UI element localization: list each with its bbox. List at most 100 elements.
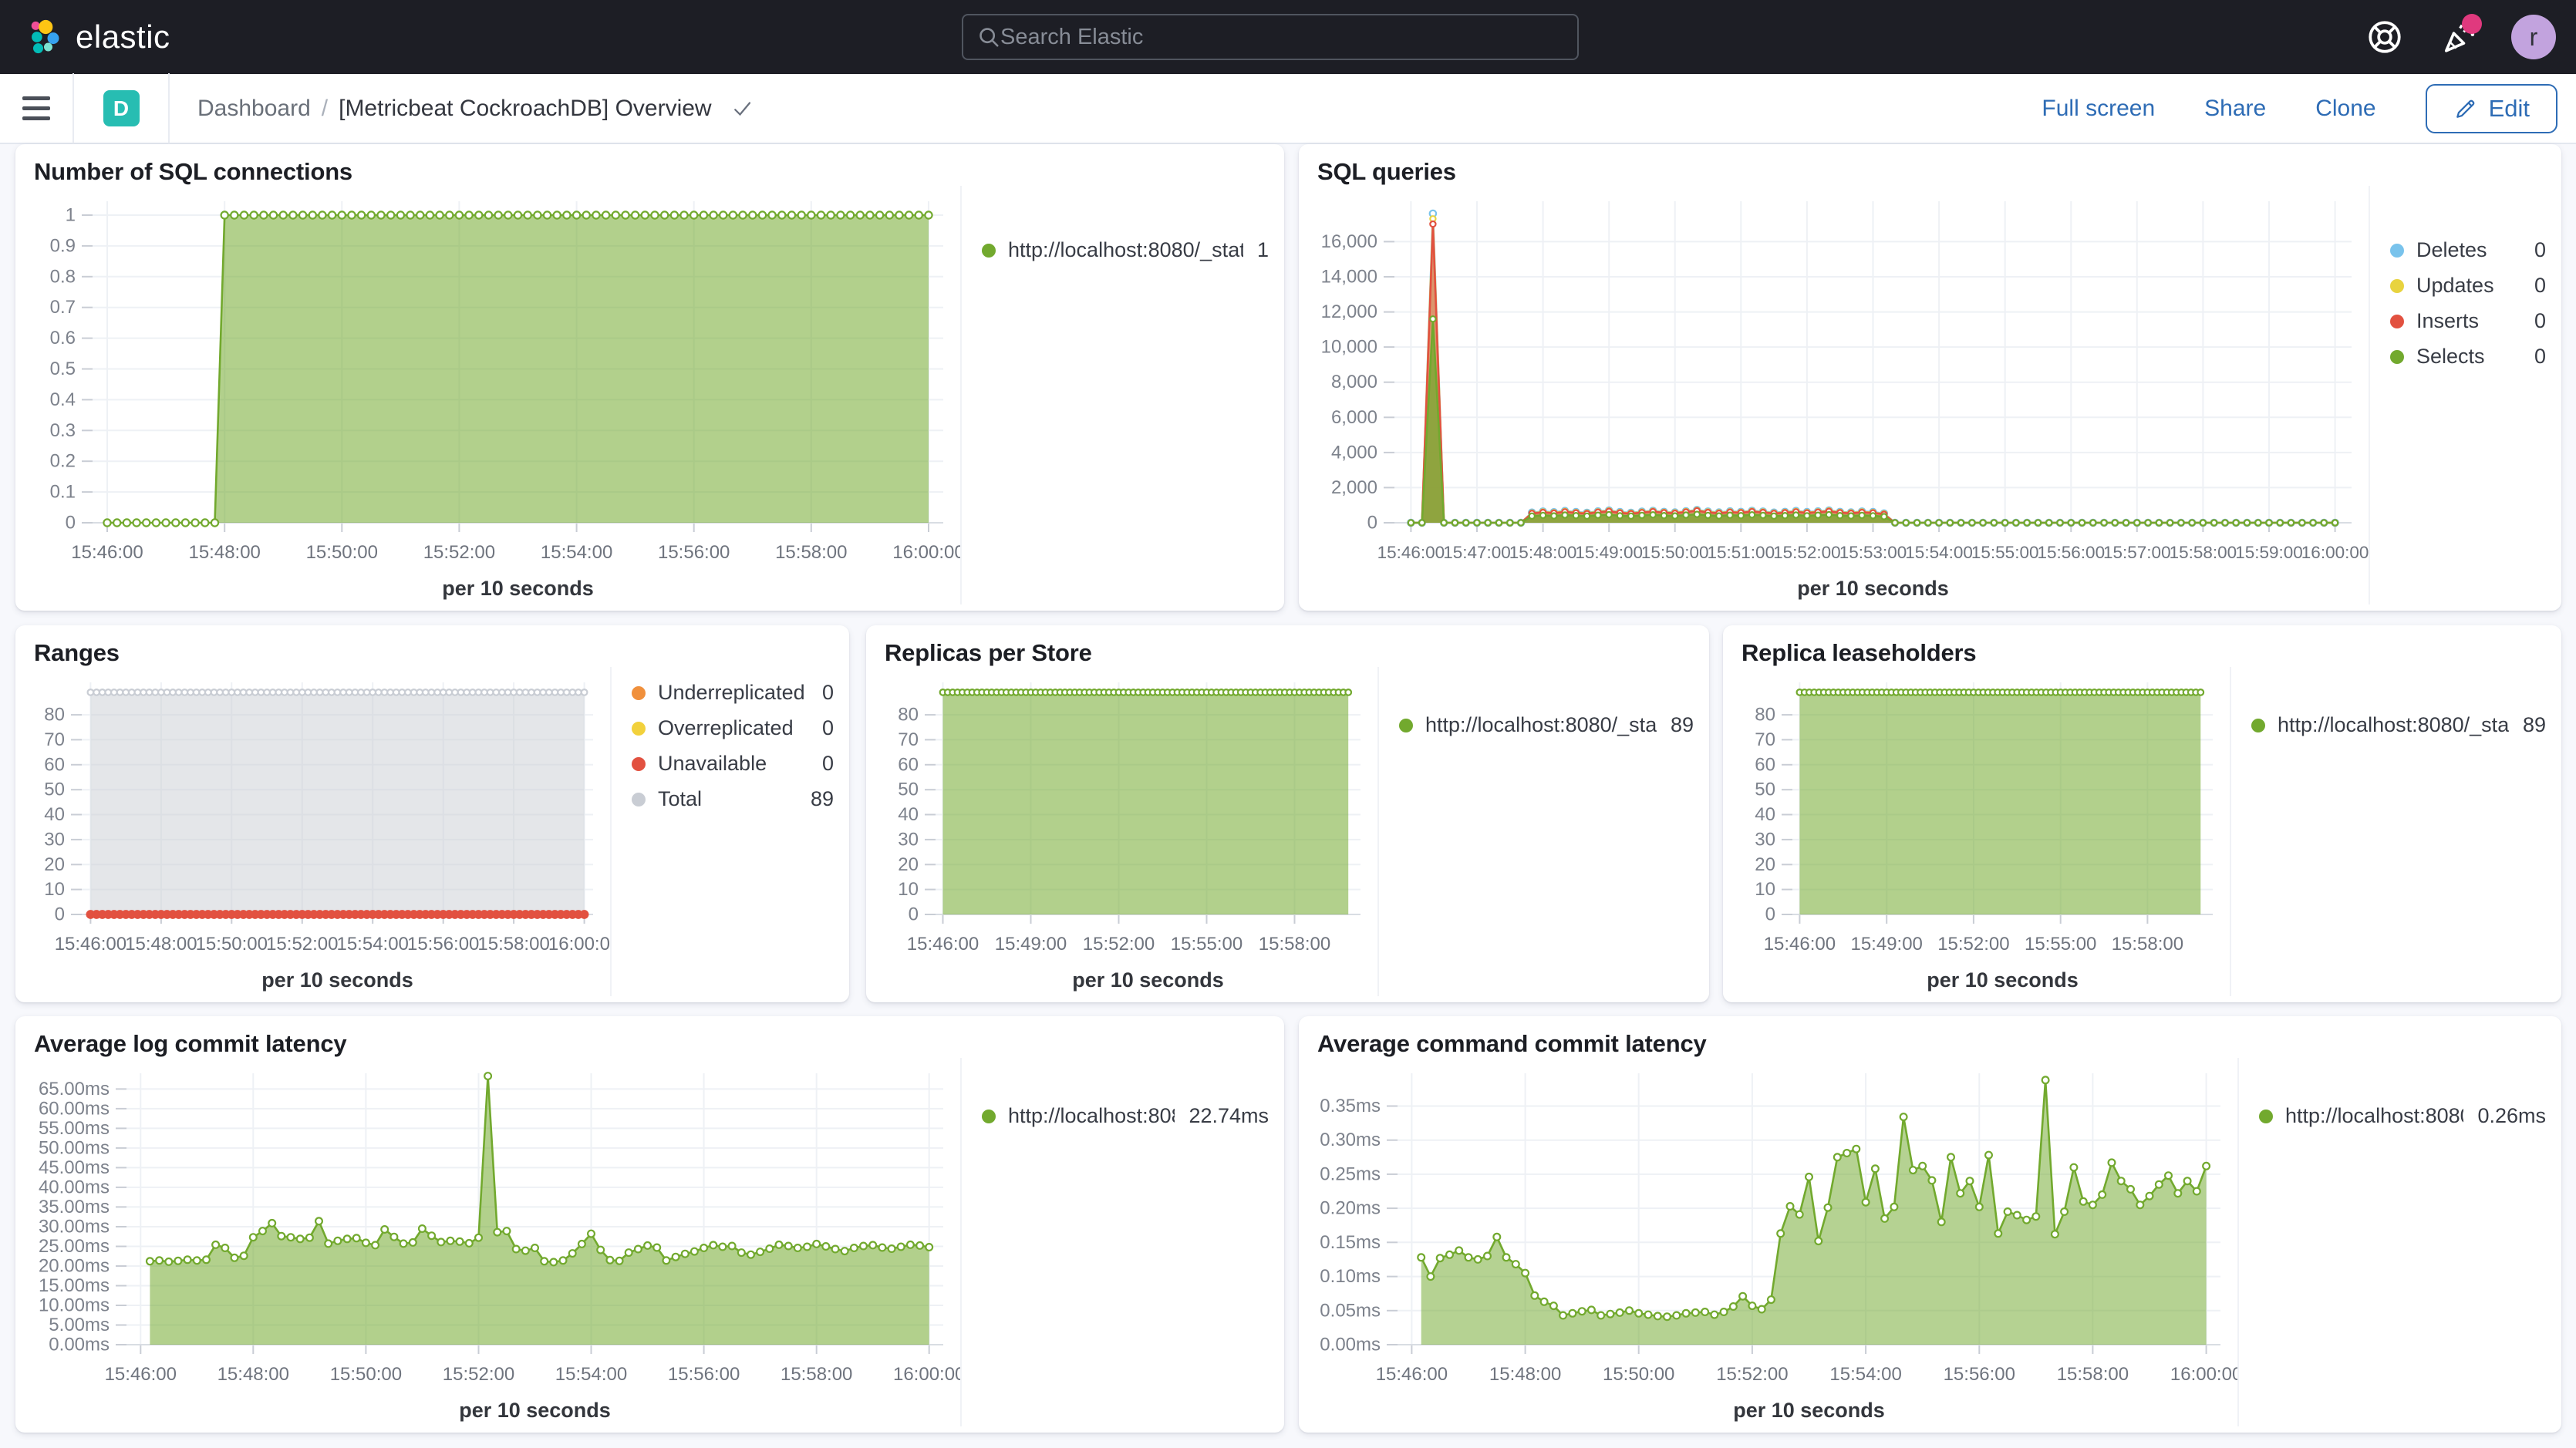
svg-text:15:58:00: 15:58:00 <box>1259 934 1330 955</box>
command-commit-latency-chart[interactable]: 0.35ms0.30ms0.25ms0.20ms0.15ms0.10ms0.05… <box>1314 1058 2237 1426</box>
panel-title: Average command commit latency <box>1299 1016 2561 1058</box>
svg-text:15:52:00: 15:52:00 <box>1773 543 1841 562</box>
legend-item[interactable]: Deletes0 <box>2370 238 2546 262</box>
svg-text:40: 40 <box>44 804 65 825</box>
legend-label: Updates <box>2416 274 2520 298</box>
legend-label: http://localhost:8080/_sta... <box>2278 713 2509 737</box>
legend-color-dot <box>2390 244 2404 258</box>
legend-value: 1 <box>1257 238 1269 262</box>
global-search[interactable] <box>962 14 1579 60</box>
legend-label: Deletes <box>2416 238 2520 262</box>
search-icon <box>977 25 1000 49</box>
replica-leaseholders-chart[interactable]: 8070605040302010015:46:0015:49:0015:52:0… <box>1738 667 2230 996</box>
replicas-per-store-chart[interactable]: 8070605040302010015:46:0015:49:0015:52:0… <box>882 667 1377 996</box>
legend-item[interactable]: Selects0 <box>2370 345 2546 369</box>
whats-new-button[interactable] <box>2437 15 2480 59</box>
svg-text:16:00:00: 16:00:00 <box>893 1364 960 1385</box>
legend-item[interactable]: http://localhost:808...22.74ms <box>962 1104 1269 1128</box>
sql-connections-chart[interactable]: 10.90.80.70.60.50.40.30.20.1015:46:0015:… <box>31 186 960 604</box>
svg-text:16:00:00: 16:00:00 <box>892 542 960 563</box>
svg-text:per 10 seconds: per 10 seconds <box>261 968 413 992</box>
svg-text:0: 0 <box>66 513 76 534</box>
legend-value: 89 <box>811 787 834 811</box>
panel-title: Replicas per Store <box>866 625 1709 667</box>
legend-label: Inserts <box>2416 309 2520 333</box>
panel-title: Replica leaseholders <box>1723 625 2561 667</box>
svg-text:70: 70 <box>898 729 919 750</box>
user-avatar[interactable]: r <box>2511 15 2556 59</box>
edit-button[interactable]: Edit <box>2426 84 2557 133</box>
log-commit-latency-chart[interactable]: 65.00ms60.00ms55.00ms50.00ms45.00ms40.00… <box>31 1058 960 1426</box>
chart-legend: http://localhost:8080/_stat...1 <box>960 186 1269 604</box>
svg-text:15:48:00: 15:48:00 <box>188 542 260 563</box>
edit-button-label: Edit <box>2489 95 2530 123</box>
title-check-icon[interactable] <box>730 97 754 120</box>
svg-text:15:49:00: 15:49:00 <box>1575 543 1643 562</box>
svg-text:15:58:00: 15:58:00 <box>781 1364 852 1385</box>
svg-text:10: 10 <box>44 879 65 900</box>
svg-text:per 10 seconds: per 10 seconds <box>442 577 594 600</box>
menu-button[interactable] <box>0 73 74 143</box>
svg-text:30: 30 <box>898 829 919 850</box>
svg-text:10: 10 <box>898 879 919 900</box>
chart-legend: Deletes0Updates0Inserts0Selects0 <box>2369 186 2546 604</box>
legend-color-dot <box>2390 350 2404 364</box>
legend-item[interactable]: Underreplicated0 <box>612 681 834 705</box>
legend-value: 0 <box>822 716 834 740</box>
svg-text:15:55:00: 15:55:00 <box>1971 543 2039 562</box>
page-title: [Metricbeat CockroachDB] Overview <box>339 96 712 122</box>
notification-dot <box>2462 14 2482 34</box>
chart-legend: http://localhost:808...22.74ms <box>960 1058 1269 1426</box>
legend-item[interactable]: http://localhost:8080/_sta...89 <box>2231 713 2546 737</box>
svg-text:2,000: 2,000 <box>1331 477 1377 498</box>
legend-item[interactable]: Overreplicated0 <box>612 716 834 740</box>
ranges-chart[interactable]: 8070605040302010015:46:0015:48:0015:50:0… <box>31 667 610 996</box>
svg-text:60: 60 <box>898 754 919 775</box>
svg-text:15:56:00: 15:56:00 <box>407 934 479 955</box>
legend-value: 0 <box>2534 345 2546 369</box>
svg-text:0.8: 0.8 <box>50 266 76 287</box>
panel-sql-connections: Number of SQL connections 10.90.80.70.60… <box>15 144 1284 611</box>
svg-text:15:58:00: 15:58:00 <box>2057 1364 2129 1385</box>
svg-text:15:54:00: 15:54:00 <box>1905 543 1973 562</box>
svg-text:15:46:00: 15:46:00 <box>1377 543 1445 562</box>
breadcrumb-dashboard-link[interactable]: Dashboard <box>197 96 311 122</box>
legend-item[interactable]: Total89 <box>612 787 834 811</box>
dashboard-badge[interactable]: D <box>103 90 140 126</box>
legend-item[interactable]: Inserts0 <box>2370 309 2546 333</box>
svg-text:per 10 seconds: per 10 seconds <box>1733 1399 1885 1422</box>
legend-label: Unavailable <box>658 752 808 776</box>
legend-color-dot <box>2390 315 2404 328</box>
clone-link[interactable]: Clone <box>2315 96 2375 122</box>
legend-item[interactable]: http://localhost:8080/_sta...89 <box>1379 713 1694 737</box>
legend-item[interactable]: http://localhost:8080/_stat...1 <box>962 238 1269 262</box>
sql-queries-chart[interactable]: 16,00014,00012,00010,0008,0006,0004,0002… <box>1314 186 2369 604</box>
legend-color-dot <box>2259 1110 2273 1123</box>
help-button[interactable] <box>2363 15 2406 59</box>
elastic-logo[interactable]: elastic <box>0 17 324 57</box>
svg-text:per 10 seconds: per 10 seconds <box>1927 968 2079 992</box>
svg-text:15:50:00: 15:50:00 <box>306 542 378 563</box>
fullscreen-link[interactable]: Full screen <box>2042 96 2155 122</box>
panel-sql-queries: SQL queries 16,00014,00012,00010,0008,00… <box>1299 144 2561 611</box>
svg-text:60: 60 <box>1755 754 1775 775</box>
legend-item[interactable]: http://localhost:8080...0.26ms <box>2239 1104 2546 1128</box>
svg-text:0.1: 0.1 <box>50 482 76 503</box>
legend-item[interactable]: Updates0 <box>2370 274 2546 298</box>
panel-title: Ranges <box>15 625 849 667</box>
svg-text:15:58:00: 15:58:00 <box>477 934 549 955</box>
svg-text:0.9: 0.9 <box>50 235 76 256</box>
legend-item[interactable]: Unavailable0 <box>612 752 834 776</box>
search-input[interactable] <box>1000 25 1563 50</box>
svg-text:0.2: 0.2 <box>50 451 76 472</box>
svg-text:15:56:00: 15:56:00 <box>1944 1364 2015 1385</box>
share-link[interactable]: Share <box>2204 96 2266 122</box>
svg-text:16:00:00: 16:00:00 <box>2301 543 2369 562</box>
svg-text:15:46:00: 15:46:00 <box>907 934 979 955</box>
svg-text:40: 40 <box>898 804 919 825</box>
svg-text:0: 0 <box>55 904 65 925</box>
breadcrumb-separator: / <box>322 96 328 122</box>
svg-text:80: 80 <box>44 705 65 726</box>
svg-text:15:48:00: 15:48:00 <box>217 1364 289 1385</box>
svg-text:40.00ms: 40.00ms <box>39 1177 110 1197</box>
